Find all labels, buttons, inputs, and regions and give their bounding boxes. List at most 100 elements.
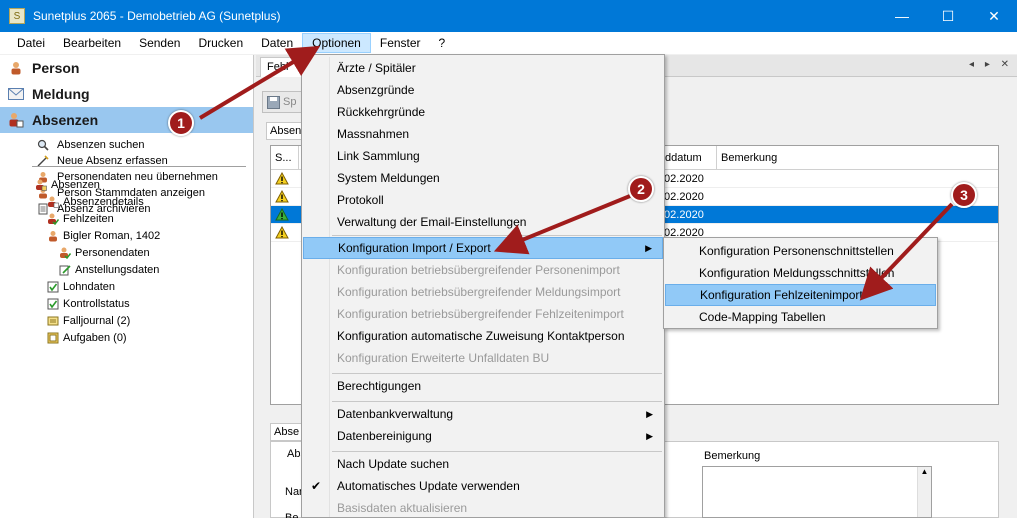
title-bar: S Sunetplus 2065 - Demobetrieb AG (Sunet… <box>0 0 1017 32</box>
menu-item-meldungsimport[interactable]: Konfiguration betriebsübergreifender Mel… <box>303 281 663 303</box>
row-date: .02.2020 <box>661 208 704 221</box>
scrollbar[interactable]: ▲ <box>917 467 931 517</box>
tree-node-label: Absenzendetails <box>63 195 144 208</box>
tree-node-anstellungsdaten[interactable]: Anstellungsdaten <box>34 261 160 278</box>
edit-icon <box>58 263 72 277</box>
menu-item-zuweisung-kontaktperson[interactable]: Konfiguration automatische Zuweisung Kon… <box>303 325 663 347</box>
tree-node-falljournal[interactable]: Falljournal (2) <box>34 312 160 329</box>
sidebar-section-meldung[interactable]: Meldung <box>0 81 253 107</box>
menu-senden[interactable]: Senden <box>130 33 189 53</box>
menu-item-update-suchen[interactable]: Nach Update suchen <box>303 453 663 475</box>
menu-item-auto-update[interactable]: ✔ Automatisches Update verwenden <box>303 475 663 497</box>
menu-help[interactable]: ? <box>430 33 455 53</box>
menu-item-berechtigungen[interactable]: Berechtigungen <box>303 375 663 397</box>
menu-item-email-einstellungen[interactable]: Verwaltung der Email-Einstellungen <box>303 211 663 233</box>
submenu-item-personenschnittstellen[interactable]: Konfiguration Personenschnittstellen <box>665 240 936 262</box>
submenu-item-meldungsschnittstellen[interactable]: Konfiguration Meldungsschnittstellen <box>665 262 936 284</box>
column-status[interactable]: S... <box>271 146 299 169</box>
menu-item-basisdaten[interactable]: Basisdaten aktualisieren <box>303 497 663 518</box>
annotation-badge-2: 2 <box>628 176 654 202</box>
options-menu: Ärzte / Spitäler Absenzgründe Rückkehrgr… <box>301 54 665 518</box>
menu-item-import-export[interactable]: Konfiguration Import / Export ▶ <box>303 237 663 259</box>
tree-node-label: Aufgaben (0) <box>63 331 127 344</box>
tree-node-fehlzeiten[interactable]: Fehlzeiten <box>34 210 160 227</box>
case-tree: Absenzen Absenzendetails Fehlzeiten Bigl… <box>34 176 160 346</box>
menu-item-protokoll[interactable]: Protokoll <box>303 189 663 211</box>
menu-item-label: Datenbereinigung <box>337 429 432 443</box>
save-icon <box>267 95 280 109</box>
submenu-item-code-mapping[interactable]: Code-Mapping Tabellen <box>665 306 936 328</box>
check-icon <box>46 280 60 294</box>
minimize-button[interactable]: — <box>879 0 925 32</box>
journal-icon <box>46 314 60 328</box>
warning-icon <box>275 226 289 239</box>
column-bemerkung[interactable]: Bemerkung <box>717 146 998 169</box>
menu-item-massnahmen[interactable]: Massnahmen <box>303 123 663 145</box>
tree-node-kontrollstatus[interactable]: Kontrollstatus <box>34 295 160 312</box>
menu-optionen[interactable]: Optionen <box>302 33 371 53</box>
save-button-label: Sp <box>283 96 297 108</box>
maximize-button[interactable]: ☐ <box>925 0 971 32</box>
menu-item-link-sammlung[interactable]: Link Sammlung <box>303 145 663 167</box>
tree-node-person[interactable]: Bigler Roman, 1402 <box>34 227 160 244</box>
menu-item-label: Konfiguration Import / Export <box>338 241 491 255</box>
warning-icon <box>275 172 289 185</box>
submenu-arrow-icon: ▶ <box>645 242 652 253</box>
person-icon <box>46 229 60 243</box>
tree-node-absenzendetails[interactable]: Absenzendetails <box>34 193 160 210</box>
menu-item-rueckkehrgruende[interactable]: Rückkehrgründe <box>303 101 663 123</box>
absence-icon <box>46 195 60 209</box>
sidebar-divider <box>32 166 246 167</box>
check-person-icon <box>58 246 72 260</box>
bemerkung-textarea[interactable]: ▲ <box>702 466 932 518</box>
menu-item-fehlzeitenimport[interactable]: Konfiguration betriebsübergreifender Feh… <box>303 303 663 325</box>
menu-daten[interactable]: Daten <box>252 33 302 53</box>
menu-item-datenbankverwaltung[interactable]: Datenbankverwaltung ▶ <box>303 403 663 425</box>
tree-node-absenzen[interactable]: Absenzen <box>34 176 160 193</box>
menu-item-personenimport[interactable]: Konfiguration betriebsübergreifender Per… <box>303 259 663 281</box>
task-icon <box>46 331 60 345</box>
absence-icon <box>8 112 24 128</box>
window-title: Sunetplus 2065 - Demobetrieb AG (Sunetpl… <box>33 9 281 23</box>
tree-node-label: Fehlzeiten <box>63 212 114 225</box>
tree-node-personendaten[interactable]: Personendaten <box>34 244 160 261</box>
warning-green-icon <box>275 208 289 221</box>
menu-datei[interactable]: Datei <box>8 33 54 53</box>
check-person-icon <box>46 212 60 226</box>
tab-navigation[interactable]: ◂ ▸ ✕ <box>969 59 1013 70</box>
tree-node-label: Falljournal (2) <box>63 314 131 327</box>
tab-absenzen[interactable]: Absen <box>266 122 306 140</box>
field-label-be: Be <box>285 512 299 518</box>
submenu-item-fehlzeitenimport[interactable]: Konfiguration Fehlzeitenimport <box>665 284 936 306</box>
tree-node-label: Kontrollstatus <box>63 297 130 310</box>
sidebar-section-label: Absenzen <box>32 112 99 128</box>
menu-item-datenbereinigung[interactable]: Datenbereinigung ▶ <box>303 425 663 447</box>
close-button[interactable]: ✕ <box>971 0 1017 32</box>
tree-node-label: Bigler Roman, 1402 <box>63 229 161 242</box>
tree-node-label: Personendaten <box>75 246 150 259</box>
action-absenzen-suchen[interactable]: Absenzen suchen <box>36 137 253 153</box>
envelope-icon <box>8 86 24 102</box>
tree-node-aufgaben[interactable]: Aufgaben (0) <box>34 329 160 346</box>
menu-item-aerzte[interactable]: Ärzte / Spitäler <box>303 57 663 79</box>
menu-item-unfalldaten[interactable]: Konfiguration Erweiterte Unfalldaten BU <box>303 347 663 369</box>
menu-drucken[interactable]: Drucken <box>189 33 252 53</box>
submenu-arrow-icon: ▶ <box>646 430 653 441</box>
menu-item-absenzgruende[interactable]: Absenzgründe <box>303 79 663 101</box>
action-label: Absenzen suchen <box>57 139 145 151</box>
menu-item-label: Datenbankverwaltung <box>337 407 454 421</box>
app-icon: S <box>9 8 25 24</box>
annotation-badge-3: 3 <box>951 182 977 208</box>
menu-item-system-meldungen[interactable]: System Meldungen <box>303 167 663 189</box>
person-icon <box>8 60 24 76</box>
import-export-submenu: Konfiguration Personenschnittstellen Kon… <box>663 237 938 329</box>
sidebar-section-absenzen[interactable]: Absenzen <box>0 107 253 133</box>
sidebar-section-person[interactable]: Person <box>0 55 253 81</box>
menu-bearbeiten[interactable]: Bearbeiten <box>54 33 130 53</box>
tree-node-lohndaten[interactable]: Lohndaten <box>34 278 160 295</box>
annotation-badge-1: 1 <box>168 110 194 136</box>
menu-fenster[interactable]: Fenster <box>371 33 430 53</box>
check-icon <box>46 297 60 311</box>
save-button[interactable]: Sp <box>262 91 304 113</box>
bemerkung-label: Bemerkung <box>704 450 761 462</box>
